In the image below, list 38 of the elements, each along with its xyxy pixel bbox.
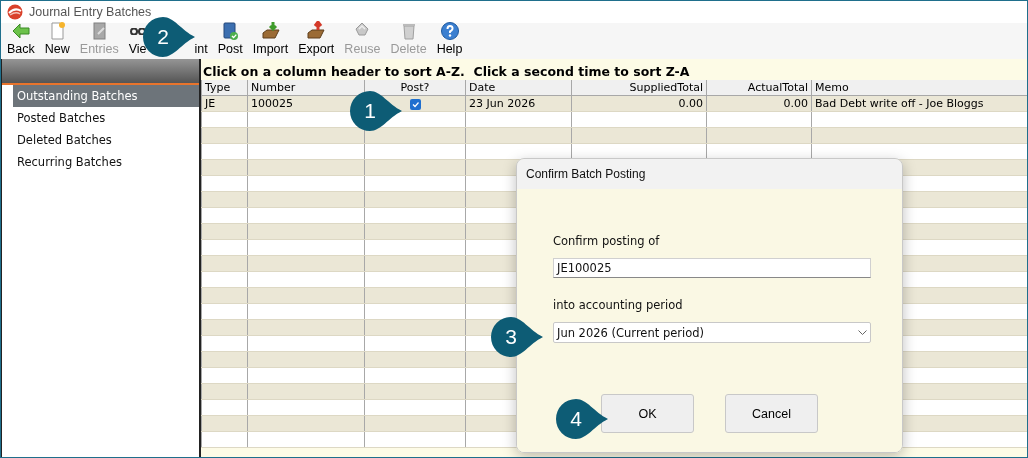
post-checkbox[interactable] [409, 98, 421, 110]
tray-up-arrow-icon [306, 21, 327, 41]
sort-hint-text: Click on a column header to sort A-Z. Click a second time to sort Z-A [202, 63, 691, 80]
chevron-down-icon [858, 329, 867, 336]
sidebar-item[interactable]: Posted Batches [13, 107, 199, 129]
back-arrow-icon [10, 21, 31, 41]
column-header[interactable]: Date [465, 80, 572, 96]
cancel-button[interactable]: Cancel [725, 394, 818, 433]
column-header[interactable]: Number [247, 80, 365, 96]
app-logo-icon [7, 4, 23, 20]
sidebar-item[interactable]: Deleted Batches [13, 129, 199, 151]
export-toolbar-button[interactable]: Export [298, 21, 335, 56]
tray-down-arrow-icon [260, 21, 281, 41]
callout-badge: 3 [491, 317, 543, 357]
new-toolbar-button[interactable]: New [44, 21, 70, 56]
ok-button[interactable]: OK [601, 394, 694, 433]
period-dropdown[interactable]: Jun 2026 (Current period) [553, 322, 871, 343]
window-title: Journal Entry Batches [29, 5, 152, 19]
column-header[interactable]: Type [201, 80, 248, 96]
print-toolbar-button[interactable]: int [194, 42, 208, 56]
callout-badge: 1 [350, 91, 402, 131]
view-toolbar-button[interactable]: Vie [128, 21, 147, 56]
post-toolbar-button[interactable]: Post [217, 21, 243, 56]
column-header[interactable]: SuppliedTotal [571, 80, 707, 96]
callout-badge: 4 [556, 399, 608, 439]
prompt-label: Confirm posting of [553, 234, 661, 248]
help-toolbar-button[interactable]: Help [436, 21, 463, 56]
glasses-icon [129, 27, 146, 35]
column-header[interactable]: Memo [811, 80, 1027, 96]
dialog-title: Confirm Batch Posting [517, 159, 902, 189]
period-label: into accounting period [553, 298, 684, 312]
back-toolbar-button[interactable]: Back [7, 21, 35, 56]
sidebar-item[interactable]: Outstanding Batches [13, 85, 199, 107]
column-header[interactable]: Post? [364, 80, 466, 96]
sidebar-item[interactable]: Recurring Batches [13, 151, 199, 173]
import-toolbar-button[interactable]: Import [252, 21, 289, 56]
batch-input-field[interactable]: JE100025 [553, 258, 871, 278]
column-header[interactable]: ActualTotal [706, 80, 812, 96]
